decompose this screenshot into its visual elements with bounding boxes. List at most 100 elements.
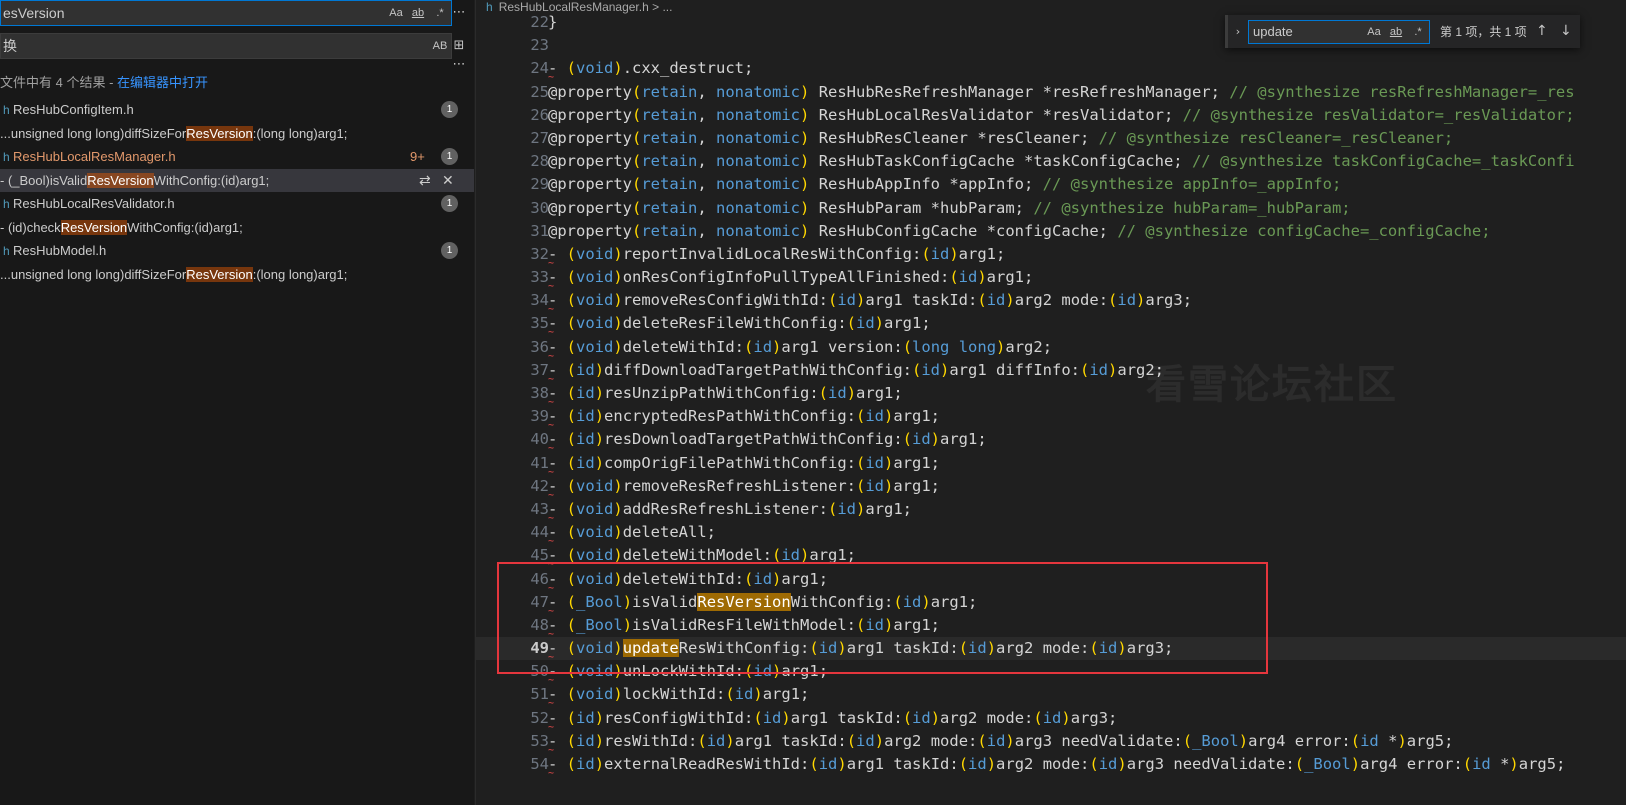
code-line[interactable]: 54- (id)externalReadResWithId:(id)arg1 t… [476,753,1626,779]
code-line[interactable]: 34- (void)removeResConfigWithId:(id)arg1… [476,289,1626,315]
code-line[interactable]: 40- (id)resDownloadTargetPathWithConfig:… [476,428,1626,454]
toggle-replace-icon[interactable]: › [1228,25,1248,38]
watermark: 看雪论坛社区 [1146,362,1398,408]
code-text[interactable]: @property(retain, nonatomic) ResHubParam… [548,197,1351,220]
code-text[interactable]: @property(retain, nonatomic) ResHubTaskC… [548,150,1575,173]
code-line[interactable]: 49- (void)updateResWithConfig:(id)arg1 t… [476,637,1626,663]
code-line[interactable]: 43- (void)addResRefreshListener:(id)arg1… [476,498,1626,524]
code-line[interactable]: 39- (id)encryptedResPathWithConfig:(id)a… [476,405,1626,431]
code-text[interactable]: } [548,11,557,34]
code-text[interactable]: @property(retain, nonatomic) ResHubAppIn… [548,173,1341,196]
open-in-editor-link[interactable]: 在编辑器中打开 [117,75,208,90]
preserve-case-toggle[interactable]: AB [429,40,451,52]
result-match-row[interactable]: - (_Bool)isValidResVersionWithConfig:(id… [0,168,474,192]
result-file-row[interactable]: h ResHubModel.h 1 [0,239,474,263]
code-text[interactable]: - (void)removeResConfigWithId:(id)arg1 t… [548,289,1192,312]
result-match-row[interactable]: ...unsigned long long)diffSizeForResVers… [0,263,474,287]
code-text[interactable]: - (void)lockWithId:(id)arg1; [548,683,809,706]
code-line[interactable]: 46- (void)deleteWithId:(id)arg1; ~ [476,568,1626,594]
code-line[interactable]: 28 @property(retain, nonatomic) ResHubTas… [476,150,1626,173]
code-line[interactable]: 32- (void)reportInvalidLocalResWithConfi… [476,243,1626,269]
code-text[interactable]: - (void)unLockWithId:(id)arg1; [548,660,828,683]
replace-placeholder[interactable]: 换 [1,36,429,56]
code-text[interactable]: - (void)deleteWithModel:(id)arg1; [548,544,856,567]
replace-icon[interactable]: ⇄ [419,172,431,189]
previous-match-icon[interactable]: ↑ [1536,23,1548,39]
code-line[interactable]: 37- (id)diffDownloadTargetPathWithConfig… [476,359,1626,385]
code-text[interactable]: - (void)deleteResFileWithConfig:(id)arg1… [548,312,931,335]
code-line[interactable]: 45- (void)deleteWithModel:(id)arg1; ~ [476,544,1626,570]
whole-word-toggle[interactable]: ab [1385,26,1407,38]
find-input[interactable]: update Aa ab .* [1248,19,1430,44]
code-text[interactable]: - (void)reportInvalidLocalResWithConfig:… [548,243,1005,266]
dismiss-icon[interactable]: ✕ [442,172,454,189]
code-line[interactable]: 41- (id)compOrigFilePathWithConfig:(id)a… [476,452,1626,478]
code-text[interactable]: - (void)deleteWithId:(id)arg1; [548,568,828,591]
code-text[interactable]: - (id)resDownloadTargetPathWithConfig:(i… [548,428,987,451]
code-line[interactable]: 29 @property(retain, nonatomic) ResHubApp… [476,173,1626,196]
code-text[interactable]: - (void).cxx_destruct; [548,57,753,80]
search-query[interactable]: esVersion [1,5,385,21]
more-icon[interactable]: ⋯ [450,4,468,22]
code-text[interactable]: - (void)addResRefreshListener:(id)arg1; [548,498,912,521]
code-lines[interactable]: 22} 23 24- (void).cxx_destruct; ~25 @propert… [476,11,1626,779]
code-text[interactable]: - (void)updateResWithConfig:(id)arg1 tas… [548,637,1173,660]
replace-input[interactable]: 换 AB [0,33,452,59]
code-editor[interactable]: h ResHubLocalResManager.h > ... 22} 23 24- … [475,0,1626,805]
code-text[interactable]: - (id)resWithId:(id)arg1 taskId:(id)arg2… [548,730,1453,753]
result-file-row[interactable]: h ResHubLocalResValidator.h 1 [0,192,474,216]
code-line[interactable]: 38- (id)resUnzipPathWithConfig:(id)arg1;… [476,382,1626,408]
replace-all-icon[interactable]: ⊞ [450,37,468,55]
line-number: 54 [530,755,549,773]
code-text[interactable]: - (void)removeResRefreshListener:(id)arg… [548,475,940,498]
code-line[interactable]: 42- (void)removeResRefreshListener:(id)a… [476,475,1626,501]
code-line[interactable]: 30 @property(retain, nonatomic) ResHubPar… [476,197,1626,220]
code-line[interactable]: 24- (void).cxx_destruct; ~ [476,57,1626,83]
regex-toggle[interactable]: .* [1407,26,1429,38]
whole-word-toggle[interactable]: ab [407,7,429,19]
search-input[interactable]: esVersion Aa ab .* [0,0,452,26]
match-case-toggle[interactable]: Aa [1363,26,1385,38]
code-text[interactable]: - (id)encryptedResPathWithConfig:(id)arg… [548,405,940,428]
code-text[interactable]: @property(retain, nonatomic) ResHubLocal… [548,104,1575,127]
line-number: 50 [530,662,549,681]
code-text[interactable]: - (_Bool)isValidResFileWithModel:(id)arg… [548,614,940,637]
code-text[interactable]: @property(retain, nonatomic) ResHubResCl… [548,127,1453,150]
code-text[interactable]: - (id)resUnzipPathWithConfig:(id)arg1; [548,382,903,405]
code-line[interactable]: 36- (void)deleteWithId:(id)arg1 version:… [476,336,1626,362]
regex-toggle[interactable]: .* [429,7,451,19]
problems-badge: 9+ [410,149,425,165]
code-line[interactable]: 33- (void)onResConfigInfoPullTypeAllFini… [476,266,1626,292]
code-line[interactable]: 26 @property(retain, nonatomic) ResHubLoc… [476,104,1626,127]
line-number: 48 [530,615,549,634]
code-line[interactable]: 47- (_Bool)isValidResVersionWithConfig:(… [476,591,1626,616]
code-line[interactable]: 52- (id)resConfigWithId:(id)arg1 taskId:… [476,707,1626,733]
code-text[interactable]: - (id)diffDownloadTargetPathWithConfig:(… [548,359,1164,382]
code-line[interactable]: 51- (void)lockWithId:(id)arg1; ~ [476,683,1626,709]
code-text[interactable]: - (_Bool)isValidResVersionWithConfig:(id… [548,591,977,614]
code-line[interactable]: 53- (id)resWithId:(id)arg1 taskId:(id)ar… [476,730,1626,756]
result-match-row[interactable]: - (id)checkResVersionWithConfig:(id)arg1… [0,216,474,240]
code-line[interactable]: 31 @property(retain, nonatomic) ResHubCon… [476,220,1626,243]
next-match-icon[interactable]: ↓ [1560,23,1572,39]
result-match-row[interactable]: ...unsigned long long)diffSizeForResVers… [0,122,474,146]
code-text[interactable]: - (id)resConfigWithId:(id)arg1 taskId:(i… [548,707,1117,730]
code-text[interactable]: - (void)onResConfigInfoPullTypeAllFinish… [548,266,1033,289]
result-file-row[interactable]: h ResHubLocalResManager.h 9+ 1 [0,145,474,169]
code-text[interactable]: @property(retain, nonatomic) ResHubResRe… [548,81,1575,104]
code-line[interactable]: 25 @property(retain, nonatomic) ResHubRes… [476,81,1626,104]
code-text[interactable]: - (id)compOrigFilePathWithConfig:(id)arg… [548,452,940,475]
match-case-toggle[interactable]: Aa [385,7,407,19]
code-text[interactable]: - (void)deleteAll; [548,521,716,544]
code-line[interactable]: 50- (void)unLockWithId:(id)arg1; ~ [476,660,1626,686]
find-query[interactable]: update [1253,24,1363,39]
code-text[interactable]: - (void)deleteWithId:(id)arg1 version:(l… [548,336,1052,359]
code-text[interactable]: @property(retain, nonatomic) ResHubConfi… [548,220,1491,243]
code-line[interactable]: 48- (_Bool)isValidResFileWithModel:(id)a… [476,614,1626,640]
code-line[interactable]: 44- (void)deleteAll; ~ [476,521,1626,547]
code-text[interactable]: - (id)externalReadResWithId:(id)arg1 tas… [548,753,1565,776]
result-file-row[interactable]: h ResHubConfigItem.h 1 [0,98,474,122]
more-icon[interactable]: ⋯ [450,56,468,74]
code-line[interactable]: 35- (void)deleteResFileWithConfig:(id)ar… [476,312,1626,338]
code-line[interactable]: 27 @property(retain, nonatomic) ResHubRes… [476,127,1626,150]
